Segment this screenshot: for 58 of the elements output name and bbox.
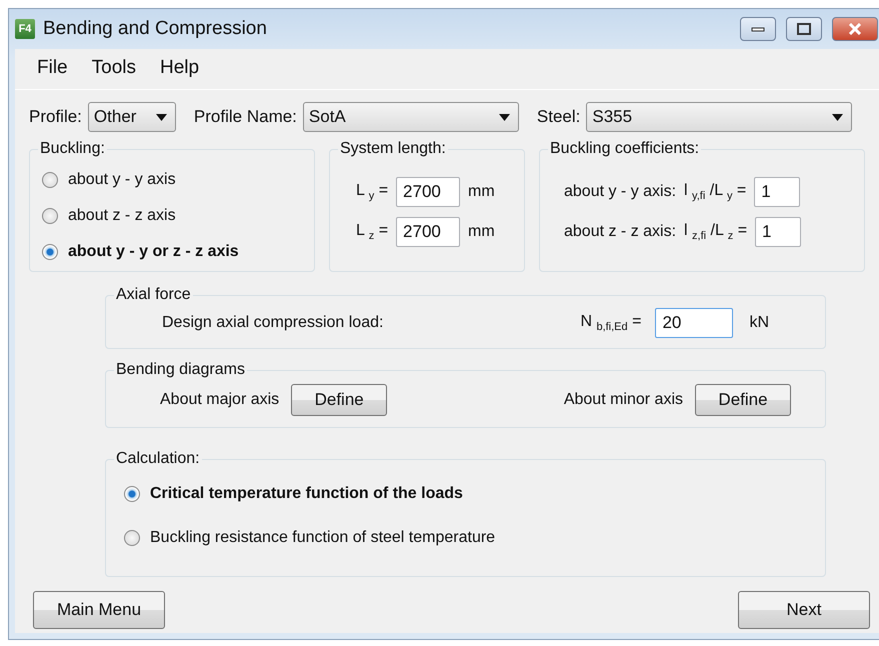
- app-icon: F4: [15, 19, 35, 39]
- input-field[interactable]: 20: [655, 308, 734, 338]
- dropdown[interactable]: S355: [586, 102, 852, 132]
- formula-label: L $_{y}$ =: [356, 182, 388, 202]
- formula-label: L $_{z}$ =: [356, 222, 388, 242]
- define-button[interactable]: Define: [695, 384, 791, 416]
- radio-button[interactable]: [42, 172, 58, 188]
- group-title: Buckling:: [39, 140, 106, 158]
- row-label: about y - y axis:: [564, 183, 676, 201]
- window-title: Bending and Compression: [43, 18, 268, 40]
- menu-item[interactable]: File: [29, 55, 76, 81]
- input-field[interactable]: 2700: [396, 217, 460, 247]
- close-icon: [848, 23, 862, 35]
- minimize-button[interactable]: [740, 17, 776, 41]
- group-title: Buckling coefficients:: [549, 140, 700, 158]
- option-label[interactable]: about y - y or z - z axis: [68, 243, 239, 261]
- group-title: System length:: [339, 140, 447, 158]
- maximize-icon: [797, 23, 811, 35]
- unit-label: mm: [468, 183, 495, 201]
- axis-label: About major axis: [160, 391, 280, 409]
- define-button[interactable]: Define: [291, 384, 388, 416]
- radio-button[interactable]: [42, 208, 58, 224]
- menu-item[interactable]: Tools: [84, 55, 144, 81]
- menu-item[interactable]: Help: [152, 55, 208, 81]
- dialog-button[interactable]: Main Menu: [33, 591, 165, 629]
- option-label[interactable]: Buckling resistance function of steel temperature: [150, 529, 496, 547]
- formula-label: l $_{z,fi}$ /L $_{z}$ =: [684, 222, 748, 242]
- row-label: about z - z axis:: [564, 223, 676, 241]
- group-title: Calculation:: [115, 450, 201, 468]
- dropdown[interactable]: Other: [88, 102, 176, 132]
- dropdown[interactable]: SotA: [302, 102, 519, 132]
- maximize-button[interactable]: [786, 17, 822, 41]
- field-label: Design axial compression load:: [162, 314, 384, 332]
- caret-icon: [156, 114, 167, 120]
- axis-label: About minor axis: [564, 391, 683, 409]
- radio-button[interactable]: [124, 486, 140, 502]
- unit-label: kN: [749, 314, 769, 332]
- radio-button[interactable]: [124, 530, 140, 546]
- minimize-icon: [751, 26, 765, 32]
- caret-icon: [498, 114, 510, 120]
- field-label: Steel:: [536, 107, 580, 127]
- radio-button[interactable]: [42, 244, 58, 260]
- field-label: Profile:: [29, 107, 82, 127]
- input-field[interactable]: 2700: [396, 177, 460, 207]
- option-label[interactable]: about y - y axis: [68, 171, 176, 189]
- formula-label: l $_{y,fi}$ /L $_{y}$ =: [684, 182, 746, 202]
- close-button[interactable]: [832, 17, 878, 41]
- unit-label: mm: [468, 223, 495, 241]
- dialog-button[interactable]: Next: [738, 591, 870, 629]
- input-field[interactable]: 1: [754, 177, 800, 207]
- group-title: Bending diagrams: [115, 361, 246, 379]
- input-field[interactable]: 1: [755, 217, 802, 247]
- option-label[interactable]: about z - z axis: [68, 207, 176, 225]
- option-label[interactable]: Critical temperature function of the loads: [150, 485, 463, 503]
- field-label: Profile Name:: [194, 107, 297, 127]
- formula-label: N $_{b,fi,Ed}$ =: [580, 313, 642, 333]
- caret-icon: [832, 114, 844, 120]
- group-title: Axial force: [115, 286, 192, 304]
